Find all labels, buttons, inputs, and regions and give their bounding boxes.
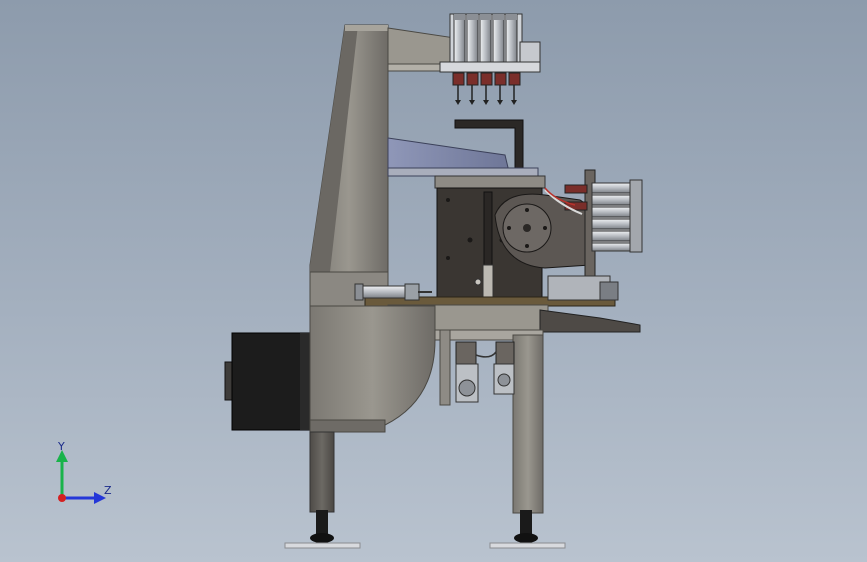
nozzle (466, 72, 479, 105)
right-frame (434, 329, 544, 514)
top-cylinder (505, 13, 518, 65)
machine-model[interactable] (0, 0, 867, 562)
top-cylinder (453, 13, 466, 65)
axis-triad-graphic (56, 450, 106, 504)
lower-housing (309, 305, 436, 433)
top-cylinder (466, 13, 479, 65)
cad-viewport[interactable]: Y Z (0, 0, 867, 562)
nozzle (494, 72, 507, 105)
top-cylinder (492, 13, 505, 65)
top-cylinder (479, 13, 492, 65)
top-cylinder-bank (439, 13, 541, 73)
y-axis-label: Y (58, 440, 65, 453)
right-leg (489, 510, 566, 549)
nozzle (508, 72, 521, 105)
axis-triad: Y Z (40, 438, 120, 518)
nozzle-row (452, 72, 521, 105)
z-axis-label: Z (104, 484, 112, 497)
nozzle (480, 72, 493, 105)
left-leg (284, 431, 361, 549)
x-axis-dot (58, 494, 66, 502)
drive-motor (224, 332, 312, 431)
gear-motors (455, 341, 515, 403)
nozzle (452, 72, 465, 105)
main-column (309, 24, 389, 307)
